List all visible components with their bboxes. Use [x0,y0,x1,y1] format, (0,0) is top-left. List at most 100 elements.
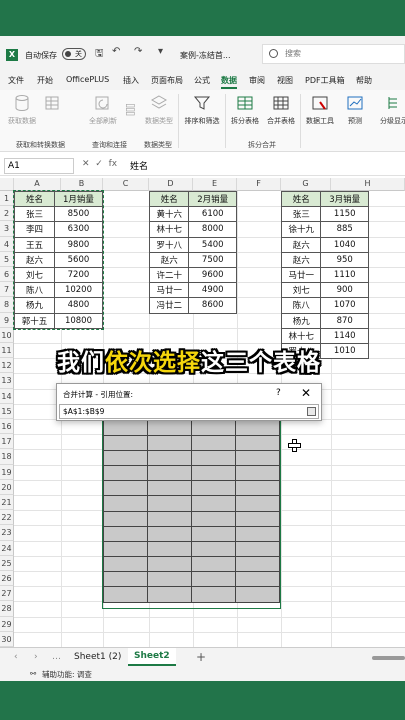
tab-file[interactable]: 文件 [8,75,24,86]
outline-button[interactable]: 分级显示 [374,92,405,126]
cell[interactable]: 9800 [53,236,104,253]
cell[interactable]: 900 [320,282,369,299]
formula-input[interactable]: 姓名 [130,159,148,172]
row-header[interactable]: 2 [0,206,14,222]
collapse-dialog-icon[interactable] [307,407,316,416]
cell[interactable]: 1070 [320,297,369,314]
cell[interactable]: 1040 [320,236,369,253]
cancel-icon[interactable]: ✕ [82,159,90,169]
cell[interactable]: 赵六 [14,251,55,268]
name-box[interactable]: A1 [4,158,74,174]
row-header[interactable]: 25 [0,555,14,571]
cell[interactable]: 5400 [188,236,237,253]
tab-pdf-tools[interactable]: PDF工具箱 [305,75,345,86]
column-header-f[interactable]: F [237,178,281,191]
close-button[interactable]: ✕ [301,386,311,400]
tab-data[interactable]: 数据 [221,75,237,89]
data-sources-button[interactable] [40,92,64,116]
table-header[interactable]: 姓名 [14,190,55,208]
cell[interactable]: 885 [320,221,369,238]
sheet-tab-sheet2[interactable]: Sheet2 [128,648,176,666]
row-header[interactable]: 13 [0,373,14,389]
table-header[interactable]: 2月销量 [188,190,237,208]
tab-view[interactable]: 视图 [277,75,293,86]
cell[interactable]: 罗十八 [148,236,190,253]
row-header[interactable]: 8 [0,297,14,313]
row-header[interactable]: 12 [0,358,14,374]
cell[interactable]: 1150 [320,206,369,223]
cell[interactable]: 马廿一 [280,266,322,284]
column-header-b[interactable]: B [61,178,103,191]
cell[interactable]: 杨九 [280,312,322,329]
cell[interactable]: 1010 [320,342,369,360]
cell[interactable]: 8000 [188,221,237,238]
row-header[interactable]: 6 [0,267,14,283]
cell[interactable]: 王五 [14,236,55,253]
row-header[interactable]: 27 [0,586,14,602]
cell[interactable]: 李四 [14,221,55,238]
row-header[interactable]: 29 [0,616,14,632]
split-table-button[interactable]: 拆分表格 [228,92,262,126]
cell[interactable]: 林十七 [148,221,190,238]
row-header[interactable]: 30 [0,631,14,647]
cell[interactable]: 870 [320,312,369,329]
cell[interactable]: 张三 [14,206,55,223]
horizontal-scrollbar[interactable] [372,656,405,660]
row-header[interactable]: 22 [0,510,14,526]
cell[interactable]: 7500 [188,251,237,268]
row-header[interactable]: 7 [0,282,14,298]
row-header[interactable]: 21 [0,495,14,511]
cell[interactable]: 赵六 [280,251,322,268]
row-header[interactable]: 24 [0,540,14,556]
data-type-button[interactable]: 数据类型 [144,92,174,126]
column-header-c[interactable]: C [103,178,149,191]
redo-icon[interactable]: ↷ [134,46,142,57]
save-icon[interactable]: 🖫 [95,46,104,63]
row-header[interactable]: 28 [0,601,14,617]
cell[interactable]: 9600 [188,266,237,284]
tab-officeplus[interactable]: OfficePLUS [66,75,109,84]
cell[interactable]: 5600 [53,251,104,268]
cell[interactable]: 黄十六 [148,206,190,223]
refresh-all-button[interactable]: 全部刷新 [86,92,120,126]
autosave-toggle[interactable]: 关 [62,48,86,60]
row-header[interactable]: 5 [0,251,14,267]
search-input[interactable]: 搜索 [262,44,405,64]
cell[interactable]: 4900 [188,282,237,299]
row-header[interactable]: 23 [0,525,14,541]
cell[interactable]: 徐十九 [280,221,322,238]
help-button[interactable]: ? [276,388,281,398]
cell[interactable]: 8500 [53,206,104,223]
cell[interactable]: 张三 [280,206,322,223]
cell[interactable]: 陈八 [280,297,322,314]
cell[interactable]: 950 [320,251,369,268]
table-header[interactable]: 姓名 [148,190,190,208]
cell[interactable]: 赵六 [148,251,190,268]
add-sheet-button[interactable]: + [196,650,206,664]
confirm-icon[interactable]: ✓ [95,159,103,169]
row-header[interactable]: 11 [0,343,14,359]
sheet-tab-sheet1-2[interactable]: Sheet1 (2) [74,652,121,662]
get-data-button[interactable]: 获取数据 [8,92,36,126]
tab-insert[interactable]: 插入 [123,75,139,86]
prev-sheet-icon[interactable]: ‹ [14,652,18,662]
merge-tables-button[interactable]: 合并表格 [264,92,298,126]
cell[interactable]: 10800 [53,312,104,329]
tab-formulas[interactable]: 公式 [194,75,210,86]
column-header-d[interactable]: D [149,178,193,191]
customize-qat-icon[interactable]: ▾ [158,46,163,57]
column-header-e[interactable]: E [193,178,237,191]
reference-input[interactable]: $A$1:$B$9 [59,404,319,419]
cell[interactable]: 1140 [320,327,369,344]
cell[interactable]: 郭十五 [14,312,55,329]
table-header[interactable]: 3月销量 [320,190,369,208]
row-header[interactable]: 26 [0,571,14,587]
row-header[interactable]: 16 [0,419,14,435]
queries-small-button[interactable] [124,92,138,128]
accessibility-icon[interactable]: ⚯ [30,669,36,678]
tab-home[interactable]: 开始 [37,75,53,86]
data-tools-button[interactable]: 数据工具 [303,92,337,126]
cell[interactable]: 10200 [53,282,104,299]
table-header[interactable]: 姓名 [280,190,322,208]
row-header[interactable]: 4 [0,236,14,252]
